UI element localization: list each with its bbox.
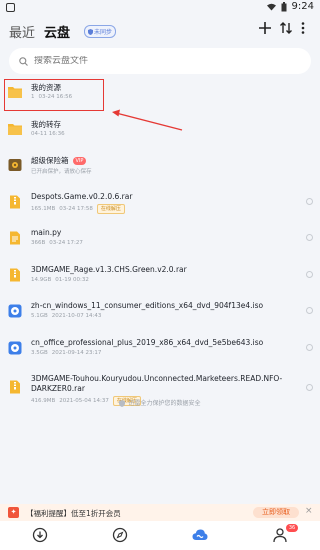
search-icon	[19, 56, 28, 66]
archive-icon	[10, 380, 20, 394]
select-radio[interactable]	[306, 307, 313, 314]
file-meta: 04-11 16:36	[31, 131, 65, 137]
file-row[interactable]: 我的转存 04-11 16:36	[0, 113, 320, 150]
tab-cloud[interactable]: 云盘	[44, 22, 70, 41]
security-note: 迅雷全力保护您的数据安全	[0, 398, 320, 407]
select-radio[interactable]	[306, 343, 313, 351]
notification-icon	[6, 3, 15, 12]
wifi-icon	[266, 3, 276, 10]
file-row[interactable]: 3DMGAME_Rage.v1.3.CHS.Green.v2.0.rar 14.…	[0, 259, 320, 296]
security-note-text: 迅雷全力保护您的数据安全	[128, 400, 201, 407]
search-input[interactable]	[34, 56, 234, 66]
file-row[interactable]: main.py 366B 03-24 17:27	[0, 222, 320, 259]
file-size: 14.9GB	[31, 276, 52, 283]
sync-badge[interactable]: 未同步	[84, 25, 117, 38]
highlight-box	[4, 79, 104, 111]
shield-icon	[119, 400, 126, 407]
file-name: 我的转存	[31, 119, 61, 129]
safe-icon	[8, 159, 22, 171]
notification-badge: 36	[286, 524, 298, 532]
shield-icon	[88, 28, 93, 35]
folder-icon	[8, 123, 22, 135]
disc-icon	[8, 341, 22, 354]
file-date: 03-24 17:27	[49, 240, 83, 246]
clock: 9:24	[291, 1, 314, 12]
close-icon[interactable]: ×	[305, 506, 313, 516]
doc-icon	[10, 231, 20, 245]
cloud-icon[interactable]	[192, 527, 208, 543]
file-date: 2021-09-14 23:17	[51, 349, 102, 356]
file-date: 01-19 00:32	[55, 276, 89, 283]
file-size: 165.1MB	[31, 205, 56, 212]
file-size: 3.5GB	[31, 349, 48, 356]
file-name: zh-cn_windows_11_consumer_editions_x64_d…	[31, 301, 264, 310]
plus-icon[interactable]	[258, 21, 272, 35]
battery-icon	[281, 1, 287, 11]
file-size: 366B	[31, 240, 46, 246]
discover-icon[interactable]	[112, 527, 128, 543]
file-size: 5.1GB	[31, 313, 48, 319]
file-name: main.py	[31, 228, 62, 237]
sync-badge-label: 未同步	[94, 29, 113, 36]
select-radio[interactable]	[306, 234, 313, 241]
file-row[interactable]: Despots.Game.v0.2.0.6.rar 165.1MB 03-24 …	[0, 186, 320, 223]
status-right: 9:24	[266, 1, 314, 12]
file-meta: 5.1GB 2021-10-07 14:43	[31, 313, 101, 319]
file-date: 04-11 16:36	[31, 130, 65, 137]
safe-status: 已开启保护，请放心保存	[31, 169, 92, 175]
file-name-line1: 3DMGAME-Touhou.Kouryudou.Unconnected.Mar…	[31, 374, 283, 383]
unzip-tag[interactable]: 在线解压	[96, 203, 125, 214]
file-meta: 已开启保护，请放心保存	[31, 167, 92, 175]
file-date: 2021-10-07 14:43	[51, 313, 102, 319]
select-radio[interactable]	[306, 197, 313, 205]
file-row[interactable]: 超级保险箱 VIP 已开启保护，请放心保存	[0, 149, 320, 186]
select-radio[interactable]	[306, 270, 313, 278]
gift-icon: ✦	[8, 507, 19, 518]
search-bar[interactable]	[9, 48, 311, 74]
file-row[interactable]: cn_office_professional_plus_2019_x86_x64…	[0, 332, 320, 369]
claim-button[interactable]: 立即领取	[253, 507, 299, 518]
file-meta: 14.9GB 01-19 00:32	[31, 277, 89, 283]
sort-icon[interactable]	[279, 21, 293, 35]
promo-text: 【福利提醒】低至1折开会员	[26, 509, 121, 518]
archive-icon	[10, 195, 20, 208]
file-meta: 3.5GB 2021-09-14 23:17	[31, 350, 101, 356]
file-name: 3DMGAME_Rage.v1.3.CHS.Green.v2.0.rar	[31, 264, 187, 274]
file-meta: 165.1MB 03-24 17:58 在线解压	[31, 203, 125, 214]
file-name: Despots.Game.v0.2.0.6.rar	[31, 191, 133, 201]
download-icon[interactable]	[32, 527, 48, 543]
file-name: cn_office_professional_plus_2019_x86_x64…	[31, 337, 264, 347]
vip-badge: VIP	[72, 157, 87, 165]
more-icon[interactable]	[300, 21, 306, 35]
file-meta: 366B 03-24 17:27	[31, 240, 83, 246]
file-name-line2: DARKZER0.rar	[31, 384, 85, 393]
file-list: 我的资源 1 03-24 16:56 我的转存 04-11 16:36 超级保险箱…	[0, 76, 320, 412]
status-bar: 9:24	[0, 0, 320, 16]
bottom-nav: 36	[0, 521, 320, 550]
tab-recent[interactable]: 最近	[9, 22, 35, 41]
header: 最近 云盘 未同步	[0, 18, 320, 44]
select-radio[interactable]	[306, 384, 313, 391]
promo-bar[interactable]: ✦ 【福利提醒】低至1折开会员 立即领取 ×	[0, 504, 320, 521]
safe-title: 超级保险箱	[31, 156, 69, 165]
file-name: 3DMGAME-Touhou.Kouryudou.Unconnected.Mar…	[31, 374, 282, 394]
file-row[interactable]: zh-cn_windows_11_consumer_editions_x64_d…	[0, 295, 320, 332]
archive-icon	[10, 268, 20, 281]
disc-icon	[8, 304, 22, 318]
file-name: 超级保险箱 VIP	[31, 155, 87, 166]
file-date: 03-24 17:58	[59, 205, 93, 212]
